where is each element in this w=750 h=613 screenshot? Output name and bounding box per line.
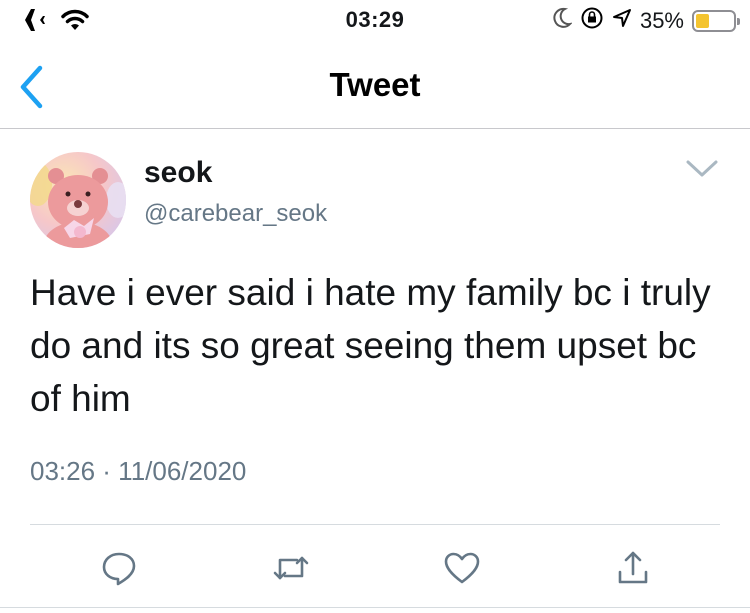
status-bar: 03:29 35%	[0, 0, 750, 44]
location-icon	[612, 7, 632, 34]
reply-button[interactable]	[99, 548, 139, 588]
battery-cap	[737, 17, 740, 25]
battery-percent: 35%	[639, 7, 684, 33]
user-handle[interactable]: @carebear_seok	[144, 200, 327, 228]
battery-icon	[692, 9, 740, 32]
nav-bar: Tweet	[0, 44, 750, 129]
heart-icon	[444, 552, 480, 584]
tweet-actions	[0, 548, 750, 588]
retweet-button[interactable]	[271, 548, 311, 588]
reply-icon	[102, 552, 136, 586]
divider	[30, 524, 720, 525]
tweet-timestamp: 03:26 · 11/06/2020	[30, 456, 247, 486]
like-button[interactable]	[442, 548, 482, 588]
avatar[interactable]	[30, 152, 126, 248]
chevron-down-icon	[686, 160, 718, 177]
bottom-divider	[0, 607, 750, 608]
battery-level	[696, 13, 709, 28]
status-bar-right: 35%	[552, 6, 740, 35]
tweet-text: Have i ever said i hate my family bc i t…	[30, 272, 711, 419]
orientation-lock-icon	[580, 6, 604, 35]
retweet-icon	[273, 556, 309, 580]
more-options-button[interactable]	[684, 156, 720, 182]
moon-icon	[552, 7, 573, 34]
share-icon	[618, 551, 648, 584]
display-name[interactable]: seok	[144, 156, 212, 190]
page-title: Tweet	[329, 66, 421, 103]
avatar-image	[30, 152, 126, 248]
share-button[interactable]	[613, 548, 653, 588]
